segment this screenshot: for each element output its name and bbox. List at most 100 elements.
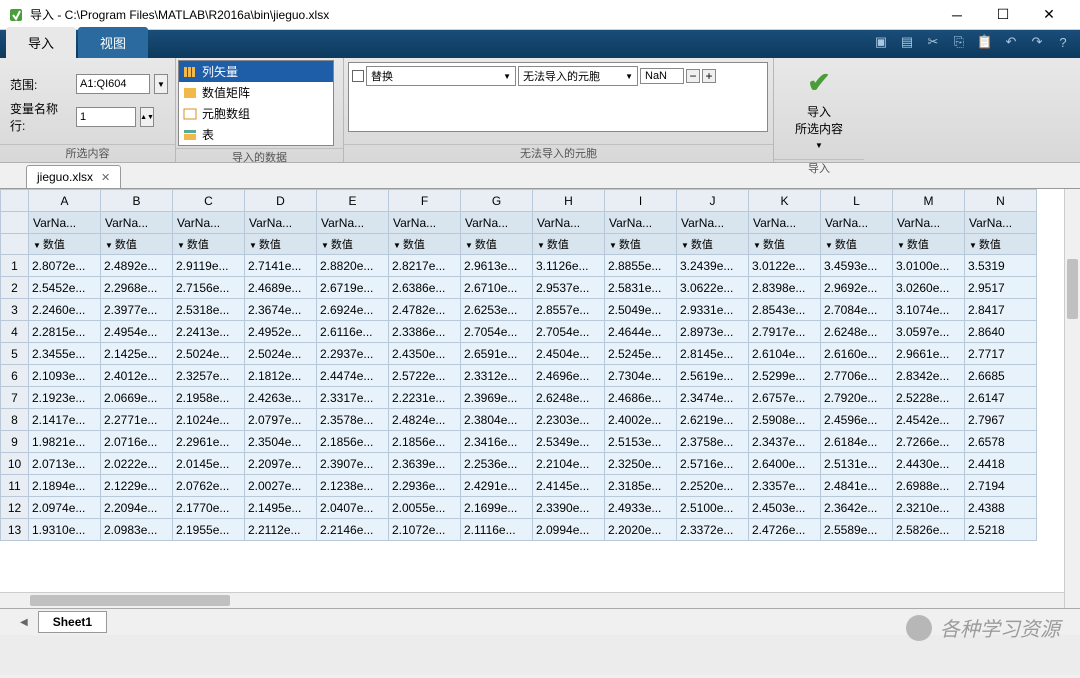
- type-column-vectors[interactable]: 列矢量: [179, 61, 333, 82]
- undo-icon[interactable]: ↶: [1002, 33, 1020, 51]
- close-button[interactable]: ✕: [1026, 1, 1072, 29]
- grid-cell[interactable]: 2.5452e...: [29, 277, 101, 299]
- grid-cell[interactable]: 2.9692e...: [821, 277, 893, 299]
- row-header[interactable]: 2: [1, 277, 29, 299]
- grid-cell[interactable]: 2.3437e...: [749, 431, 821, 453]
- grid-cell[interactable]: 2.3674e...: [245, 299, 317, 321]
- tab-view[interactable]: 视图: [78, 27, 148, 58]
- grid-cell[interactable]: 3.0622e...: [677, 277, 749, 299]
- grid-cell[interactable]: 2.3977e...: [101, 299, 173, 321]
- copy-icon[interactable]: ⎘: [950, 33, 968, 51]
- grid-cell[interactable]: 2.3386e...: [389, 321, 461, 343]
- grid-cell[interactable]: 2.6710e...: [461, 277, 533, 299]
- grid-cell[interactable]: 3.0260e...: [893, 277, 965, 299]
- grid-cell[interactable]: 2.1955e...: [173, 519, 245, 541]
- grid-cell[interactable]: 2.2520e...: [677, 475, 749, 497]
- grid-cell[interactable]: 2.0027e...: [245, 475, 317, 497]
- grid-cell[interactable]: 3.0100e...: [893, 255, 965, 277]
- grid-cell[interactable]: 2.3804e...: [461, 409, 533, 431]
- replace-target-dropdown[interactable]: 无法导入的元胞▼: [518, 66, 638, 86]
- grid-cell[interactable]: 2.3455e...: [29, 343, 101, 365]
- grid-cell[interactable]: 2.6116e...: [317, 321, 389, 343]
- data-grid[interactable]: ABCDEFGHIJKLMNVarNa...VarNa...VarNa...Va…: [0, 189, 1037, 541]
- grid-cell[interactable]: 2.5589e...: [821, 519, 893, 541]
- grid-cell[interactable]: 2.4841e...: [821, 475, 893, 497]
- paste-icon[interactable]: 📋: [976, 33, 994, 51]
- grid-cell[interactable]: 2.8417: [965, 299, 1037, 321]
- grid-cell[interactable]: 2.5100e...: [677, 497, 749, 519]
- grid-cell[interactable]: 2.5831e...: [605, 277, 677, 299]
- grid-cell[interactable]: 2.0994e...: [533, 519, 605, 541]
- grid-cell[interactable]: 2.4291e...: [461, 475, 533, 497]
- grid-cell[interactable]: 2.4350e...: [389, 343, 461, 365]
- column-header[interactable]: K: [749, 190, 821, 212]
- grid-cell[interactable]: 2.3390e...: [533, 497, 605, 519]
- grid-cell[interactable]: 2.6160e...: [821, 343, 893, 365]
- grid-cell[interactable]: 2.2231e...: [389, 387, 461, 409]
- column-type-header[interactable]: ▼数值: [533, 234, 605, 255]
- grid-cell[interactable]: 3.1126e...: [533, 255, 605, 277]
- grid-cell[interactable]: 2.4504e...: [533, 343, 605, 365]
- grid-cell[interactable]: 2.3474e...: [677, 387, 749, 409]
- column-type-header[interactable]: ▼数值: [605, 234, 677, 255]
- var-name-header[interactable]: VarNa...: [245, 212, 317, 234]
- column-header[interactable]: D: [245, 190, 317, 212]
- grid-cell[interactable]: 2.4892e...: [101, 255, 173, 277]
- grid-cell[interactable]: 2.4596e...: [821, 409, 893, 431]
- grid-cell[interactable]: 2.2961e...: [173, 431, 245, 453]
- grid-cell[interactable]: 2.4430e...: [893, 453, 965, 475]
- grid-cell[interactable]: 2.5153e...: [605, 431, 677, 453]
- grid-cell[interactable]: 2.8640: [965, 321, 1037, 343]
- grid-cell[interactable]: 2.4418: [965, 453, 1037, 475]
- sheet-tab[interactable]: Sheet1: [38, 611, 107, 633]
- row-header[interactable]: 6: [1, 365, 29, 387]
- var-name-header[interactable]: VarNa...: [821, 212, 893, 234]
- grid-cell[interactable]: 2.6591e...: [461, 343, 533, 365]
- grid-cell[interactable]: 2.7717: [965, 343, 1037, 365]
- grid-cell[interactable]: 2.3317e...: [317, 387, 389, 409]
- grid-cell[interactable]: 3.4593e...: [821, 255, 893, 277]
- remove-rule-button[interactable]: −: [686, 69, 700, 83]
- grid-cell[interactable]: 2.0983e...: [101, 519, 173, 541]
- column-type-header[interactable]: ▼数值: [749, 234, 821, 255]
- grid-cell[interactable]: 2.6219e...: [677, 409, 749, 431]
- grid-cell[interactable]: 2.6685: [965, 365, 1037, 387]
- var-name-header[interactable]: VarNa...: [965, 212, 1037, 234]
- vertical-scrollbar[interactable]: [1064, 189, 1080, 608]
- grid-cell[interactable]: 2.4002e...: [605, 409, 677, 431]
- var-name-header[interactable]: VarNa...: [533, 212, 605, 234]
- column-header[interactable]: I: [605, 190, 677, 212]
- row-header[interactable]: 11: [1, 475, 29, 497]
- close-file-icon[interactable]: ✕: [101, 171, 110, 184]
- grid-cell[interactable]: 2.4689e...: [245, 277, 317, 299]
- grid-cell[interactable]: 2.4824e...: [389, 409, 461, 431]
- output-type-list[interactable]: 列矢量 数值矩阵 元胞数组 表: [178, 60, 334, 146]
- row-header[interactable]: 10: [1, 453, 29, 475]
- grid-cell[interactable]: 2.3257e...: [173, 365, 245, 387]
- grid-cell[interactable]: 2.4263e...: [245, 387, 317, 409]
- grid-cell[interactable]: 2.5299e...: [749, 365, 821, 387]
- column-header[interactable]: G: [461, 190, 533, 212]
- grid-cell[interactable]: 2.9119e...: [173, 255, 245, 277]
- grid-cell[interactable]: 2.1116e...: [461, 519, 533, 541]
- grid-cell[interactable]: 2.7920e...: [821, 387, 893, 409]
- grid-cell[interactable]: 3.2439e...: [677, 255, 749, 277]
- grid-cell[interactable]: 2.5619e...: [677, 365, 749, 387]
- grid-cell[interactable]: 2.1229e...: [101, 475, 173, 497]
- h-scroll-thumb[interactable]: [30, 595, 230, 606]
- column-type-header[interactable]: ▼数值: [29, 234, 101, 255]
- grid-cell[interactable]: 2.4503e...: [749, 497, 821, 519]
- grid-cell[interactable]: 2.5218: [965, 519, 1037, 541]
- column-type-header[interactable]: ▼数值: [101, 234, 173, 255]
- grid-cell[interactable]: 2.3312e...: [461, 365, 533, 387]
- grid-cell[interactable]: 2.2815e...: [29, 321, 101, 343]
- column-header[interactable]: B: [101, 190, 173, 212]
- grid-cell[interactable]: 2.9331e...: [677, 299, 749, 321]
- cut-icon[interactable]: ✂: [924, 33, 942, 51]
- grid-cell[interactable]: 2.4696e...: [533, 365, 605, 387]
- var-name-header[interactable]: VarNa...: [29, 212, 101, 234]
- grid-cell[interactable]: 2.1072e...: [389, 519, 461, 541]
- grid-cell[interactable]: 2.0145e...: [173, 453, 245, 475]
- grid-cell[interactable]: 2.5024e...: [245, 343, 317, 365]
- grid-cell[interactable]: 2.4952e...: [245, 321, 317, 343]
